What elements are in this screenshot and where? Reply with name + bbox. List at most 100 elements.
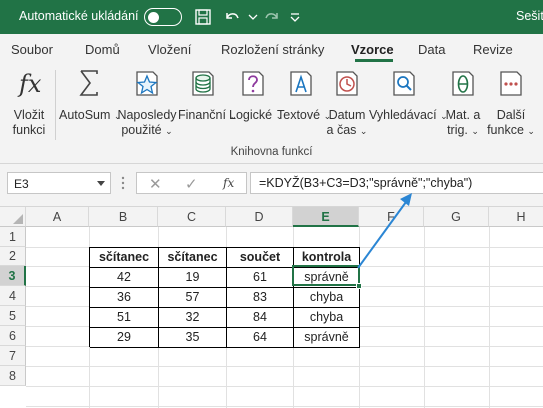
theta-icon (452, 71, 474, 96)
formula-input[interactable]: =KDYŽ(B3+C3=D3;"správně";"chyba") (250, 172, 543, 194)
column-header-e[interactable]: E (293, 207, 359, 227)
clock-icon (336, 71, 358, 96)
confirm-icon[interactable]: ✓ (185, 175, 198, 193)
table-cell[interactable]: 51 (90, 308, 159, 328)
table-cell[interactable]: chyba (294, 288, 360, 308)
window-title: Sešit (516, 9, 543, 23)
more-icon (500, 71, 522, 96)
spreadsheet-grid: A B C D E F G H 1 2 3 4 5 6 7 8 sčítanec… (0, 207, 543, 408)
formula-bar: E3 ✕ ✓ fx =KDYŽ(B3+C3=D3;"správně";"chyb… (0, 164, 543, 207)
row-header-2[interactable]: 2 (0, 247, 26, 266)
row-header-5[interactable]: 5 (0, 306, 26, 326)
star-icon (136, 71, 158, 96)
tab-vzorce[interactable]: Vzorce (351, 42, 394, 57)
table-cell[interactable]: chyba (294, 308, 360, 328)
math-trig-label-2: trig. (447, 123, 468, 137)
ribbon-separator (55, 70, 56, 140)
fill-handle[interactable] (356, 283, 362, 289)
row-header-1[interactable]: 1 (0, 227, 26, 247)
selected-cell-outline (292, 265, 360, 286)
row-header-7[interactable]: 7 (0, 346, 26, 366)
gridline (26, 366, 543, 367)
financial-label: Finanční (178, 108, 226, 122)
save-icon[interactable] (193, 7, 213, 27)
drag-handle-icon[interactable] (119, 175, 127, 191)
dropdown-icon: ⌄ (471, 126, 479, 136)
table-cell[interactable]: 57 (159, 288, 227, 308)
date-time-label-2: a čas (326, 123, 357, 137)
gridline (26, 406, 543, 407)
ribbon-group-label: Knihovna funkcí (230, 146, 313, 158)
column-header-b[interactable]: B (89, 207, 158, 227)
more-functions-label-1: Další (496, 108, 526, 122)
formula-buttons: ✕ ✓ fx (136, 172, 247, 194)
undo-dropdown-icon[interactable] (243, 7, 263, 27)
coins-icon (192, 71, 214, 96)
recently-used-label-1: Naposledy (117, 108, 177, 122)
table-cell[interactable]: správně (294, 328, 360, 348)
recently-used-label-2: použité (121, 123, 162, 137)
table-cell[interactable]: 32 (159, 308, 227, 328)
gridline (26, 386, 543, 387)
dropdown-icon: ⌄ (527, 126, 535, 136)
lookup-label: Vyhledávací (369, 108, 437, 122)
title-bar: Automatické ukládání Sešit (0, 0, 543, 34)
column-header-g[interactable]: G (424, 207, 489, 227)
table-cell[interactable]: 19 (159, 268, 227, 288)
sigma-icon (79, 70, 98, 96)
dropdown-icon: ⌄ (359, 126, 368, 136)
autosave-toggle[interactable] (144, 8, 182, 26)
gridline (424, 227, 425, 408)
ribbon: fx Vložit funkci AutoSum ⌄ Naposledy použi… (0, 64, 543, 164)
tab-domu[interactable]: Domů (85, 42, 120, 57)
tab-data[interactable]: Data (418, 42, 445, 57)
logical-label: Logické (229, 108, 273, 122)
customize-toolbar-icon[interactable] (285, 7, 305, 27)
row-header-3[interactable]: 3 (0, 266, 26, 286)
select-all-corner[interactable] (0, 207, 26, 227)
table-header-cell[interactable]: součet (227, 248, 294, 268)
tab-vlozeni[interactable]: Vložení (148, 42, 191, 57)
table-header-cell[interactable]: sčítanec (159, 248, 227, 268)
active-tab-indicator (355, 59, 393, 62)
column-header-h[interactable]: H (489, 207, 543, 227)
fx-icon: fx (19, 70, 42, 98)
corner-triangle-icon (13, 214, 23, 224)
column-header-d[interactable]: D (226, 207, 293, 227)
text-label: Textové (277, 108, 321, 122)
column-header-c[interactable]: C (158, 207, 226, 227)
row-header-6[interactable]: 6 (0, 326, 26, 346)
autosave-label: Automatické ukládání (19, 9, 139, 23)
ribbon-tabs: Soubor Domů Vložení Rozložení stránky Vz… (0, 34, 543, 64)
table-cell[interactable]: 35 (159, 328, 227, 348)
tab-revize[interactable]: Revize (473, 42, 513, 57)
question-icon (242, 71, 264, 96)
insert-function-label-1: Vložit (13, 108, 45, 122)
toggle-knob (148, 11, 159, 23)
table-cell[interactable]: 83 (227, 288, 294, 308)
column-header-a[interactable]: A (26, 207, 89, 227)
table-cell[interactable]: 42 (90, 268, 159, 288)
data-table: sčítanec sčítanec součet kontrola 42 19 … (89, 247, 360, 348)
gridline (489, 227, 490, 408)
cancel-icon[interactable]: ✕ (149, 175, 162, 193)
name-box[interactable]: E3 (7, 172, 111, 194)
table-cell[interactable]: 64 (227, 328, 294, 348)
chevron-down-icon[interactable] (97, 181, 105, 186)
table-cell[interactable]: 61 (227, 268, 294, 288)
tab-soubor[interactable]: Soubor (11, 42, 53, 57)
column-header-f[interactable]: F (359, 207, 424, 227)
table-header-cell[interactable]: sčítanec (90, 248, 159, 268)
math-trig-label-1: Mat. a (445, 108, 481, 122)
text-icon (290, 71, 312, 96)
tab-rozlozeni-stranky[interactable]: Rozložení stránky (221, 42, 324, 57)
insert-function-icon[interactable]: fx (223, 176, 234, 190)
row-header-4[interactable]: 4 (0, 286, 26, 306)
row-header-8[interactable]: 8 (0, 366, 26, 386)
redo-icon[interactable] (262, 7, 282, 27)
table-cell[interactable]: 84 (227, 308, 294, 328)
name-box-value: E3 (14, 177, 29, 191)
undo-icon[interactable] (222, 7, 242, 27)
table-cell[interactable]: 36 (90, 288, 159, 308)
table-cell[interactable]: 29 (90, 328, 159, 348)
